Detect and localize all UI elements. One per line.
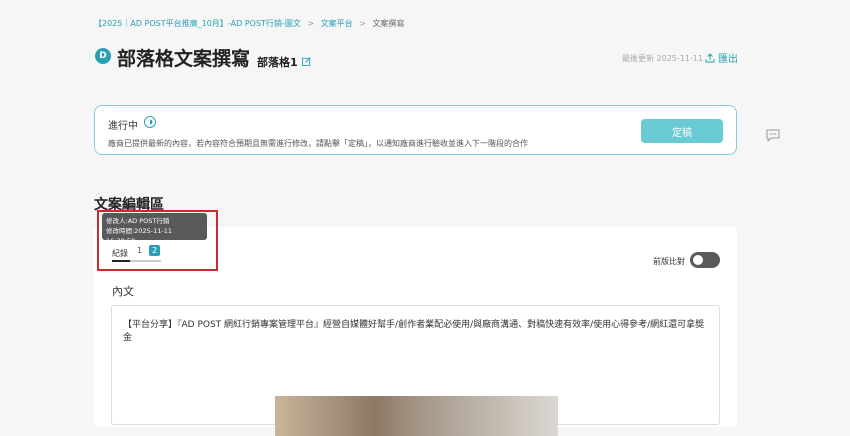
edit-icon[interactable] <box>302 57 311 66</box>
breadcrumb-item-platform[interactable]: 文案平台 <box>321 19 353 28</box>
content-text: 【平台分享】『AD POST 網紅行銷專案管理平台』經營自媒體好幫手/創作者業配… <box>123 320 705 343</box>
content-editor[interactable]: 【平台分享】『AD POST 網紅行銷專案管理平台』經營自媒體好幫手/創作者業配… <box>111 305 720 436</box>
compare-toggle[interactable] <box>690 252 720 268</box>
export-button[interactable]: 匯出 <box>705 50 738 65</box>
highlight-box <box>97 210 218 271</box>
compare-label: 前版比對 <box>653 257 685 266</box>
breadcrumb-separator: > <box>307 19 315 28</box>
confirm-draft-button[interactable]: 定稿 <box>641 119 723 143</box>
export-label: 匯出 <box>718 54 738 65</box>
toggle-knob <box>693 255 703 265</box>
breadcrumb-item-project[interactable]: 【2025｜AD POST平台推廣_10月】-AD POST行銷-圖文 <box>94 19 301 28</box>
status-card: 進行中 廠商已提供最新的內容，若內容符合預期且無需進行修改，請點擊「定稿」，以通… <box>94 105 737 155</box>
progress-icon <box>144 116 156 128</box>
content-image <box>275 396 558 436</box>
status-label: 進行中 <box>108 121 138 132</box>
document-icon: D <box>95 48 111 64</box>
upload-icon <box>705 52 715 62</box>
breadcrumb: 【2025｜AD POST平台推廣_10月】-AD POST行銷-圖文 > 文案… <box>94 18 404 29</box>
chat-icon[interactable] <box>766 129 780 142</box>
body-label: 內文 <box>112 285 134 298</box>
page-title: 部落格文案撰寫 <box>117 48 251 70</box>
last-updated-text: 最後更新 2025-11-11 <box>622 54 704 63</box>
sub-title: 部落格1 <box>257 56 298 69</box>
breadcrumb-separator: > <box>359 19 366 28</box>
breadcrumb-item-current: 文案撰寫 <box>372 19 405 28</box>
status-description: 廠商已提供最新的內容，若內容符合預期且無需進行修改，請點擊「定稿」，以通知廠商進… <box>108 139 528 148</box>
